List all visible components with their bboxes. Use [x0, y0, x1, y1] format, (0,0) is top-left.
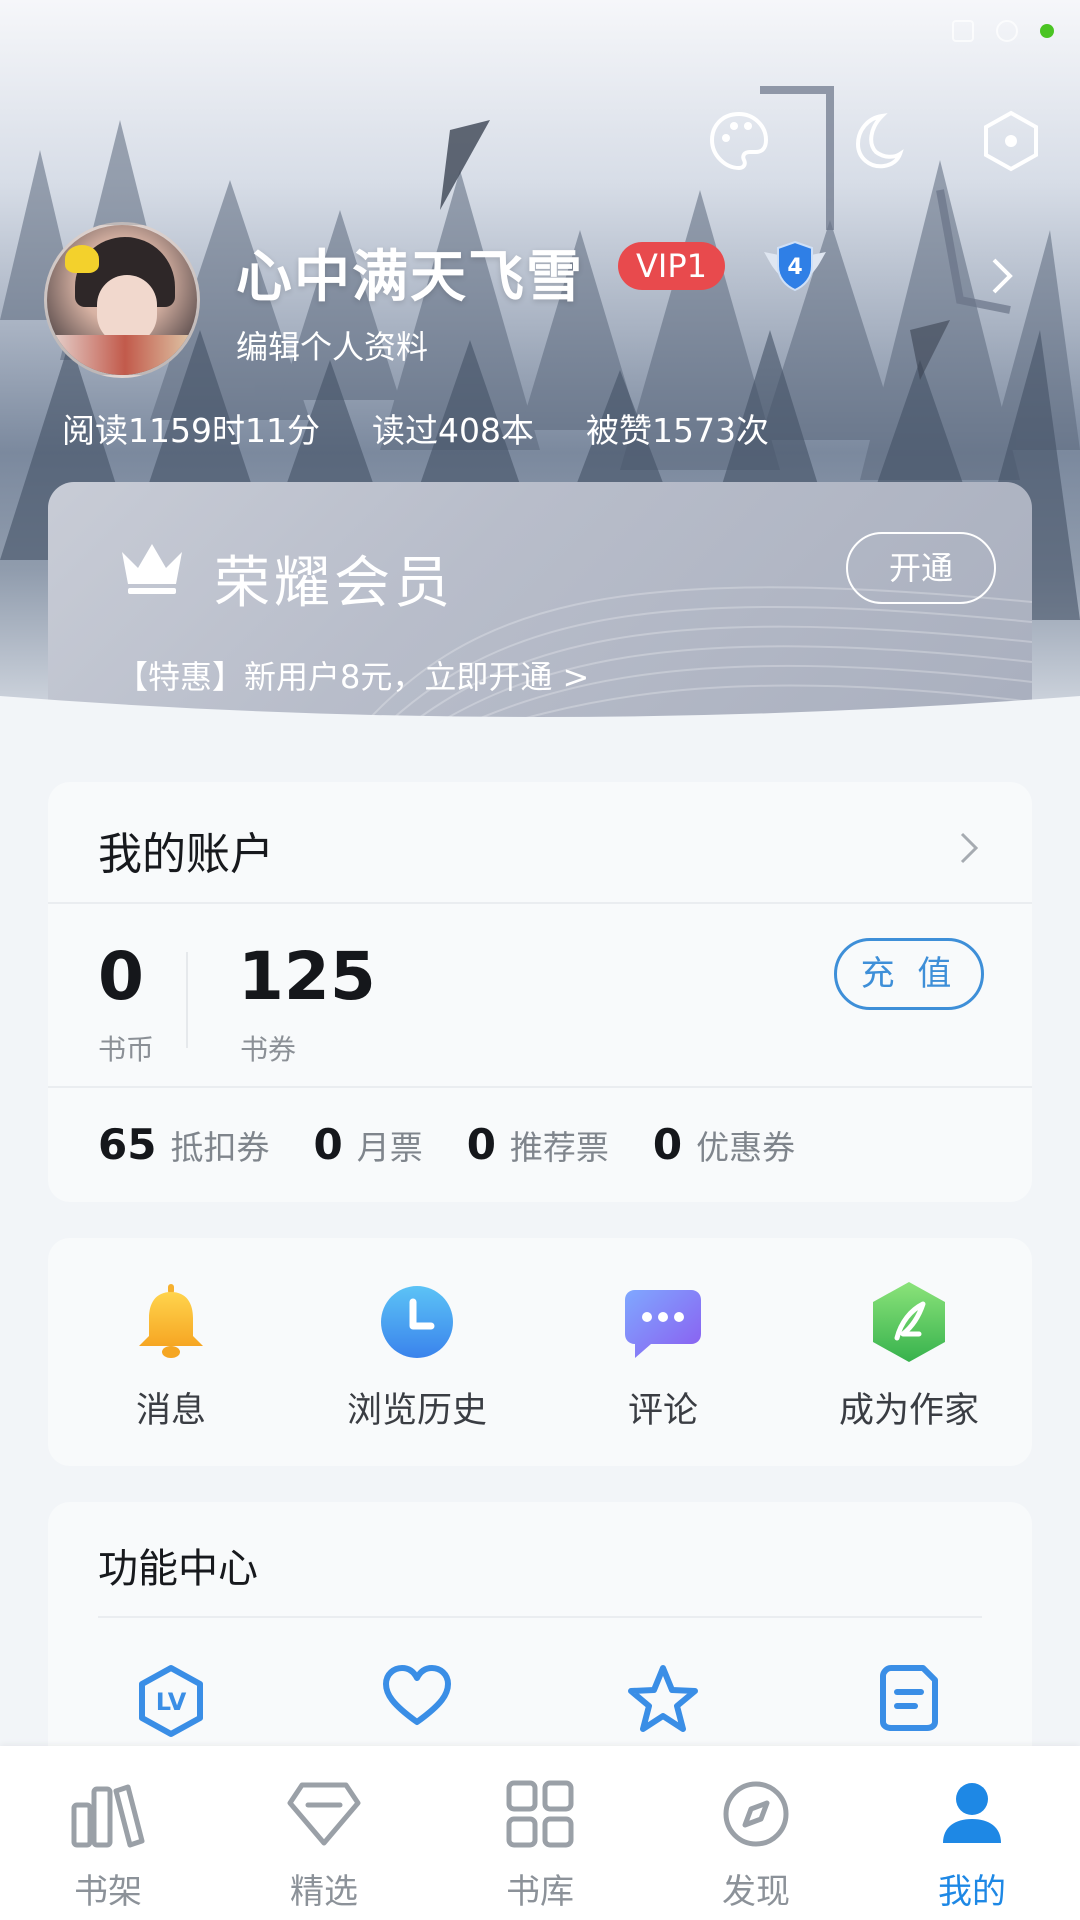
person-icon	[934, 1776, 1010, 1852]
ticket-label: 推荐票	[509, 1128, 609, 1167]
settings-hexagon-icon[interactable]	[978, 108, 1044, 174]
stat-books-read: 读过408本	[371, 411, 534, 450]
reading-stats: 阅读1159时11分 读过408本 被赞1573次	[62, 404, 769, 452]
lv-level-icon[interactable]: LV	[48, 1664, 294, 1738]
ticket-label: 优惠券	[696, 1128, 796, 1167]
vip-title: 荣耀会员	[214, 551, 454, 616]
diamond-icon	[286, 1776, 362, 1852]
account-title[interactable]: 我的账户	[98, 818, 274, 882]
tab-bookshelf[interactable]: 书架	[0, 1746, 216, 1920]
quick-label: 评论	[627, 1391, 698, 1431]
quick-label: 消息	[135, 1391, 206, 1431]
ticket-row: 65 抵扣券 0 月票 0 推荐票 0 优惠券	[98, 1120, 795, 1169]
divider	[98, 1616, 982, 1618]
quick-actions-card: 消息 浏览历史 评论 成为作家	[48, 1238, 1032, 1466]
level-shield-badge: 4	[760, 238, 830, 294]
coins-label: 书币	[98, 1033, 155, 1066]
function-center-title: 功能中心	[98, 1546, 258, 1592]
bottom-tab-bar: 书架 精选 书库 发现 我的	[0, 1746, 1080, 1920]
ticket-recommend[interactable]: 0 推荐票	[467, 1120, 609, 1169]
username[interactable]: 心中满天飞雪	[236, 232, 584, 313]
divider	[48, 1086, 1032, 1088]
quick-label: 成为作家	[838, 1391, 979, 1431]
ticket-value: 0	[466, 1120, 496, 1169]
header-actions	[706, 108, 1044, 174]
profile-chevron-right-icon[interactable]	[988, 256, 1016, 300]
account-chevron-right-icon[interactable]	[958, 830, 980, 870]
theme-palette-icon[interactable]	[706, 108, 772, 174]
coins-value[interactable]: 0	[98, 938, 144, 1015]
ticket-monthly[interactable]: 0 月票	[313, 1120, 422, 1169]
bell-icon	[129, 1280, 213, 1364]
star-icon[interactable]	[540, 1664, 786, 1738]
stat-read-time: 阅读1159时11分	[62, 411, 320, 450]
profile-screen: 心中满天飞雪 VIP1 4 编辑个人资料 阅读1159时11分 读过408本 被…	[0, 0, 1080, 1920]
ticket-value: 0	[652, 1120, 683, 1169]
compass-icon	[718, 1776, 794, 1852]
divider	[48, 902, 1032, 904]
ticket-label: 抵扣券	[170, 1128, 270, 1167]
vertical-divider	[186, 952, 188, 1048]
bookshelf-icon	[70, 1776, 146, 1852]
heart-icon[interactable]	[294, 1664, 540, 1738]
profile-header: 心中满天飞雪 VIP1 4 编辑个人资料 阅读1159时11分 读过408本 被…	[0, 0, 1080, 730]
tab-label: 发现	[722, 1872, 790, 1912]
vouchers-label: 书券	[240, 1033, 297, 1066]
tab-featured[interactable]: 精选	[216, 1746, 432, 1920]
ticket-value: 65	[98, 1120, 157, 1169]
quick-become-writer[interactable]: 成为作家	[786, 1238, 1032, 1466]
svg-text:LV: LV	[156, 1688, 187, 1716]
status-bar	[952, 20, 1054, 42]
tab-label: 书库	[506, 1872, 574, 1912]
grid-icon	[502, 1776, 578, 1852]
stat-likes: 被赞1573次	[585, 411, 769, 450]
vouchers-value[interactable]: 125	[238, 938, 376, 1015]
night-mode-moon-icon[interactable]	[842, 108, 908, 174]
quick-messages[interactable]: 消息	[48, 1238, 294, 1466]
my-account-card: 我的账户 0 书币 125 书券 充 值 65 抵扣券 0 月票 0 推荐票 0…	[48, 782, 1032, 1202]
edit-profile-link[interactable]: 编辑个人资料	[236, 322, 428, 368]
quick-history[interactable]: 浏览历史	[294, 1238, 540, 1466]
quick-comments[interactable]: 评论	[540, 1238, 786, 1466]
avatar[interactable]	[44, 222, 200, 378]
vip-open-button[interactable]: 开通	[846, 532, 996, 604]
ticket-label: 月票	[356, 1128, 423, 1167]
function-icons-row: LV	[48, 1664, 1032, 1738]
level-number: 4	[787, 255, 802, 280]
tab-label: 精选	[290, 1872, 358, 1912]
status-notification-icon	[952, 20, 974, 42]
ticket-coupon[interactable]: 0 优惠券	[653, 1120, 795, 1169]
status-alarm-icon	[996, 20, 1018, 42]
tab-mine[interactable]: 我的	[864, 1746, 1080, 1920]
vip-badge: VIP1	[618, 242, 725, 290]
status-battery-dot-icon	[1040, 24, 1054, 38]
chat-icon	[621, 1280, 705, 1364]
quill-icon	[867, 1280, 951, 1364]
tab-label: 我的	[938, 1872, 1006, 1912]
quick-label: 浏览历史	[346, 1391, 487, 1431]
tab-label: 书架	[74, 1872, 142, 1912]
note-icon[interactable]	[786, 1664, 1032, 1738]
crown-icon	[116, 538, 188, 602]
header-curve	[0, 696, 1080, 730]
ticket-value: 0	[313, 1120, 343, 1169]
tab-library[interactable]: 书库	[432, 1746, 648, 1920]
recharge-button[interactable]: 充 值	[834, 938, 984, 1010]
tab-discover[interactable]: 发现	[648, 1746, 864, 1920]
ticket-deduction[interactable]: 65 抵扣券	[98, 1120, 269, 1169]
clock-icon	[375, 1280, 459, 1364]
